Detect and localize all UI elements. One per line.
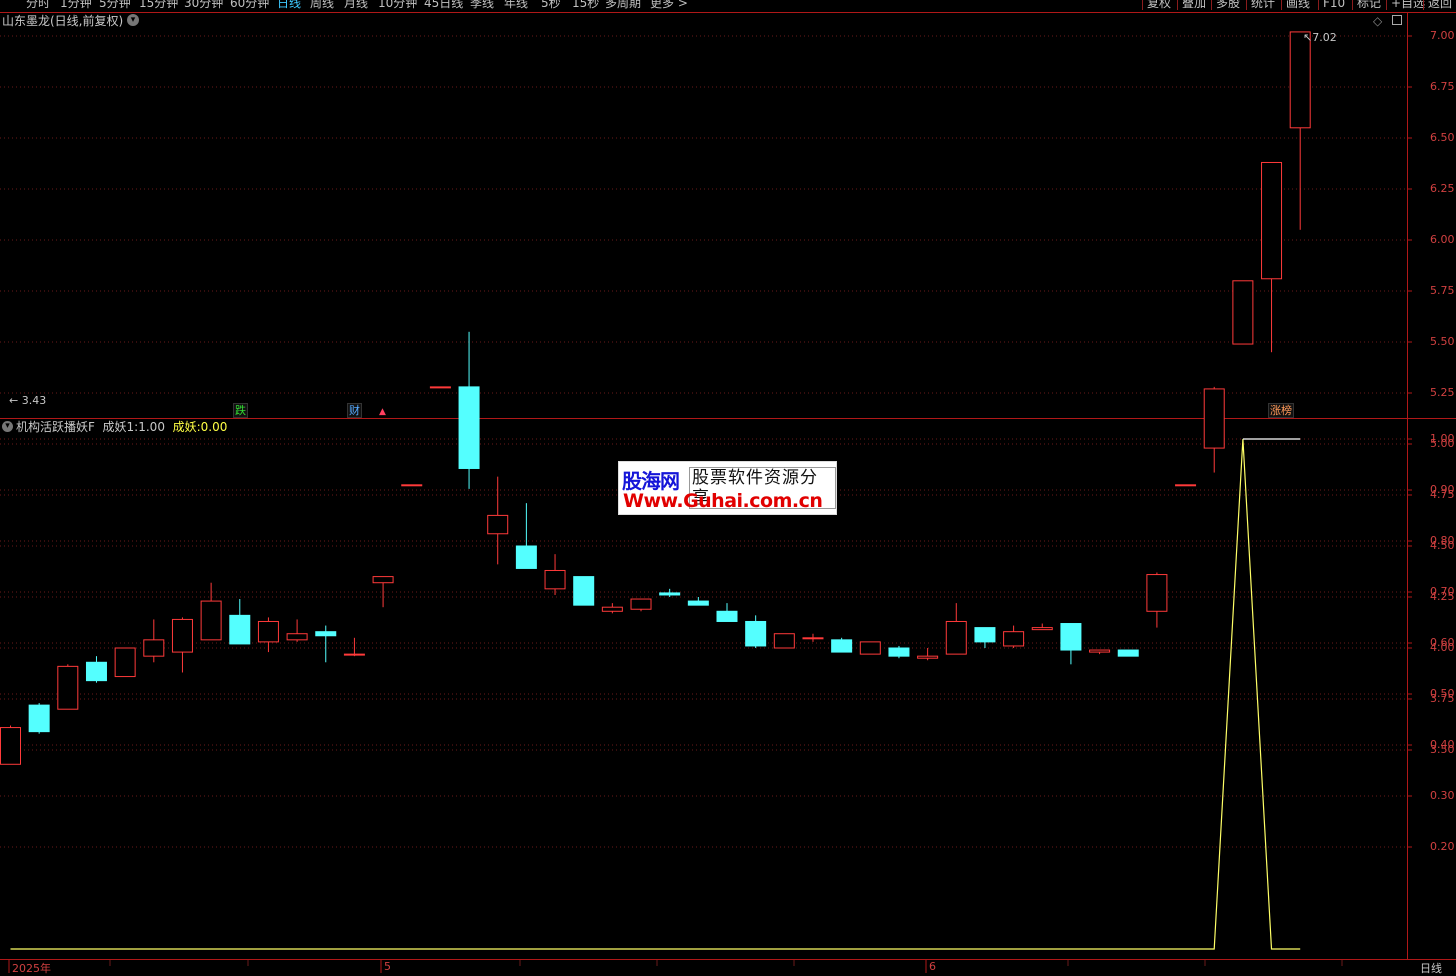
candle-body-down (85, 661, 107, 682)
indicator-line-0 (10, 438, 1301, 950)
indicator-tick-label: 0.90 (1430, 483, 1455, 496)
indicator-tick-label: 1.00 (1430, 432, 1455, 445)
indicator-tick-label: 0.50 (1430, 687, 1455, 700)
candle-body-up (343, 653, 365, 656)
indicator-tick-label: 0.40 (1430, 738, 1455, 751)
price-tick-label: 6.50 (1430, 131, 1455, 144)
max-price-label: ↖7.02 (1303, 31, 1337, 44)
stock-title: 山东墨龙(日线,前复权) (2, 14, 124, 28)
candle-body-up (1289, 31, 1311, 129)
candle-body-down (229, 614, 251, 645)
legend-2-value: 0.00 (200, 420, 228, 434)
price-tick-label: 5.50 (1430, 335, 1455, 348)
candle-body-down (1117, 649, 1139, 657)
candle-body-down (315, 631, 337, 637)
candle-body-down (28, 704, 50, 733)
candle-body-down (1060, 623, 1082, 651)
event-badge-2: 涨榜 (1268, 403, 1294, 418)
indicator-name: 机构活跃播妖F (16, 420, 95, 434)
legend-1-value: 1.00 (138, 420, 165, 434)
candle-body-down (974, 627, 996, 643)
watermark-url: Www.Guhai.com.cn (623, 490, 823, 512)
candle-body-up (286, 633, 308, 641)
window-icon[interactable] (1392, 15, 1402, 25)
main-pane (0, 12, 1407, 419)
candle-body-up (1232, 280, 1254, 345)
price-tick-label: 6.00 (1430, 233, 1455, 246)
candle-body-up (630, 598, 652, 610)
period-label: 日线 (1420, 962, 1442, 975)
candle-body-up (487, 514, 509, 535)
time-tick-label: 5 (384, 960, 391, 973)
indicator-tick-label: 0.60 (1430, 636, 1455, 649)
candle-body-up (57, 665, 79, 710)
candle-body-up (429, 386, 451, 389)
candle-body-up (1261, 161, 1283, 280)
candle-body-up (917, 655, 939, 659)
candle-body-down (458, 386, 480, 469)
candle-body-up (802, 637, 824, 640)
candle-body-up (601, 606, 623, 612)
candle-body-up (143, 639, 165, 657)
candle-body-down (716, 610, 738, 622)
indicator-menu-icon[interactable]: ▾ (2, 421, 13, 432)
candle-body-up (372, 576, 394, 584)
candle-body-up (1203, 388, 1225, 449)
candle-body-up (257, 620, 279, 643)
price-tick-label: 6.25 (1430, 182, 1455, 195)
candle-body-down (515, 545, 537, 569)
time-tick-label: 2025年 (12, 962, 51, 975)
candle-body-up (544, 569, 566, 590)
legend-2-label: 成妖: (172, 420, 201, 434)
candle-body-up (114, 647, 136, 678)
indicator-legend: 机构活跃播妖F 成妖1:1.00 成妖:0.00 (16, 420, 227, 434)
candle-body-up (1031, 627, 1053, 631)
price-tick-label: 6.75 (1430, 80, 1455, 93)
diamond-icon[interactable]: ◇ (1373, 14, 1382, 28)
candle-body-down (573, 576, 595, 606)
candle-body-up (1146, 574, 1168, 612)
legend-1-label: 成妖1: (102, 420, 139, 434)
indicator-lines (10, 438, 1301, 950)
title-menu-icon[interactable]: ▾ (127, 14, 139, 26)
candle-body-down (745, 620, 767, 647)
candle-body-down (687, 600, 709, 606)
event-badge-0: 跌 (233, 403, 248, 418)
price-tick-label: 5.25 (1430, 386, 1455, 399)
candle-body-up (1089, 649, 1111, 653)
candle-body-up (945, 620, 967, 655)
min-price-label: ← 3.43 (9, 394, 47, 407)
indicator-tick-label: 0.80 (1430, 534, 1455, 547)
event-badge-1: 财 (347, 403, 362, 418)
guhai-watermark: 股海网 股票软件资源分享 Www.Guhai.com.cn (618, 461, 837, 515)
candle-body-up (1175, 484, 1197, 487)
triangle-up-icon: ▲ (379, 407, 386, 417)
indicator-tick-label: 0.30 (1430, 789, 1455, 802)
candle-body-down (888, 647, 910, 657)
price-tick-label: 5.75 (1430, 284, 1455, 297)
candle-body-up (1003, 631, 1025, 647)
indicator-tick-label: 0.70 (1430, 585, 1455, 598)
candle-body-up (0, 727, 21, 765)
candle-body-up (773, 633, 795, 649)
candle-body-down (831, 639, 853, 653)
candle-body-up (401, 484, 423, 487)
candle-body-up (200, 600, 222, 641)
price-tick-label: 7.00 (1430, 29, 1455, 42)
candle-body-down (659, 592, 681, 596)
time-tick-label: 6 (929, 960, 936, 973)
indicator-tick-label: 0.20 (1430, 840, 1455, 853)
candle-body-up (171, 618, 193, 653)
candlestick-series (0, 31, 1311, 765)
candle-body-up (859, 641, 881, 655)
